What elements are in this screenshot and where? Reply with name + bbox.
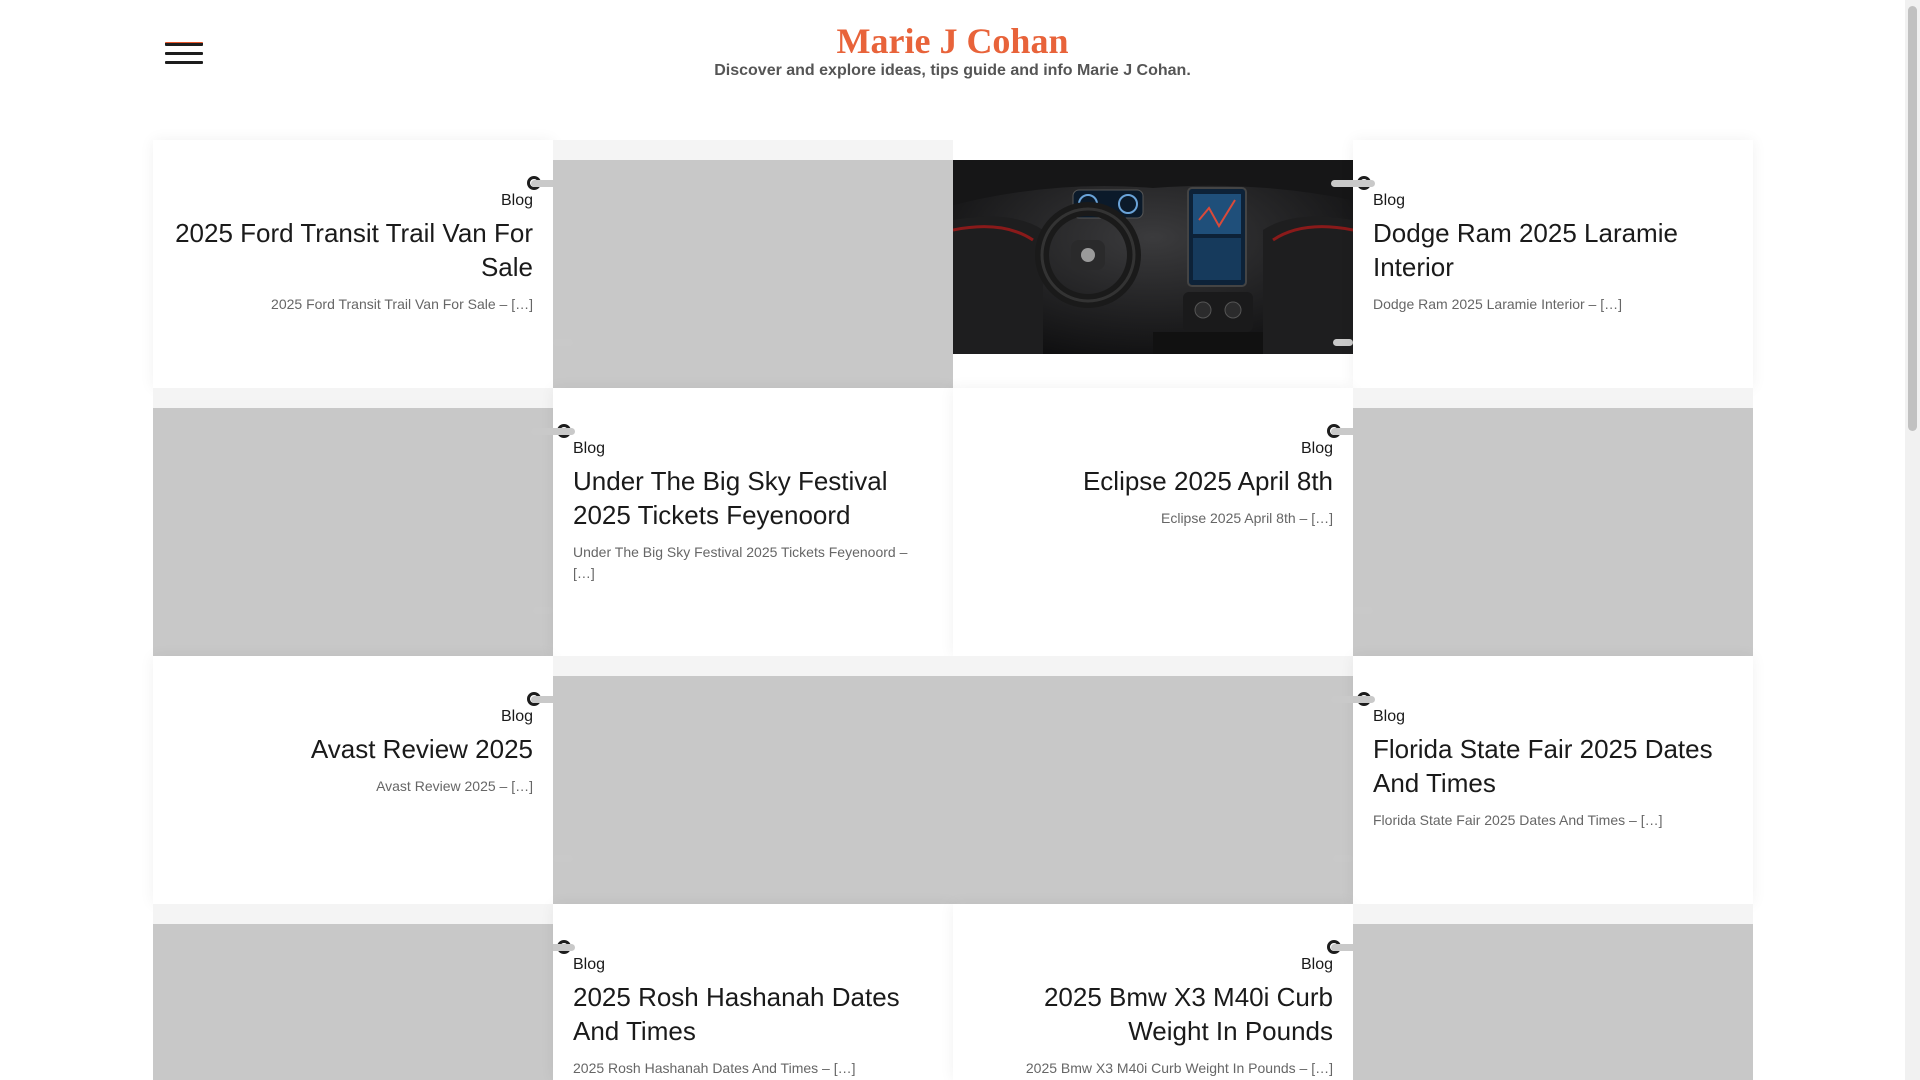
post-category-link[interactable]: Blog bbox=[1373, 708, 1733, 726]
page-scrollbar[interactable] bbox=[1905, 0, 1920, 1080]
post-title-link[interactable]: Avast Review 2025 bbox=[173, 732, 533, 766]
post-title-link[interactable]: Under The Big Sky Festival 2025 Tickets … bbox=[573, 464, 933, 532]
post-excerpt: Eclipse 2025 April 8th – […] bbox=[1161, 510, 1333, 526]
site-tagline: Discover and explore ideas, tips guide a… bbox=[714, 62, 1191, 79]
post-thumbnail-bmw-x3[interactable] bbox=[1353, 904, 1753, 1080]
post-title-link[interactable]: 2025 Bmw X3 M40i Curb Weight In Pounds bbox=[973, 980, 1333, 1048]
post-card-big-sky: Blog Under The Big Sky Festival 2025 Tic… bbox=[531, 388, 953, 656]
post-card-rosh-hashanah: Blog 2025 Rosh Hashanah Dates And Times … bbox=[553, 904, 953, 1080]
post-title-link[interactable]: 2025 Ford Transit Trail Van For Sale bbox=[173, 216, 533, 284]
post-thumbnail-dodge-ram[interactable] bbox=[953, 140, 1353, 388]
post-card-ford-transit: Blog 2025 Ford Transit Trail Van For Sal… bbox=[153, 140, 575, 388]
post-title-link[interactable]: Dodge Ram 2025 Laramie Interior bbox=[1373, 216, 1733, 284]
post-thumbnail-big-sky[interactable] bbox=[153, 388, 553, 656]
site-title[interactable]: Marie J Cohan bbox=[0, 20, 1905, 62]
post-excerpt: Florida State Fair 2025 Dates And Times … bbox=[1373, 812, 1663, 828]
post-category-link[interactable]: Blog bbox=[1373, 192, 1733, 210]
post-excerpt: 2025 Rosh Hashanah Dates And Times – […] bbox=[573, 1060, 856, 1076]
scrollbar-thumb[interactable] bbox=[1908, 6, 1917, 431]
post-card-dodge-ram: Blog Dodge Ram 2025 Laramie Interior Dod… bbox=[1331, 140, 1753, 388]
post-category-link[interactable]: Blog bbox=[173, 708, 533, 726]
post-category-link[interactable]: Blog bbox=[573, 956, 933, 974]
post-thumbnail-florida-fair[interactable] bbox=[953, 656, 1353, 904]
post-excerpt: 2025 Ford Transit Trail Van For Sale – [… bbox=[271, 296, 533, 312]
post-title-link[interactable]: Florida State Fair 2025 Dates And Times bbox=[1373, 732, 1733, 800]
post-category-link[interactable]: Blog bbox=[173, 192, 533, 210]
post-excerpt: Dodge Ram 2025 Laramie Interior – […] bbox=[1373, 296, 1623, 312]
post-category-link[interactable]: Blog bbox=[573, 440, 933, 458]
post-thumbnail-avast[interactable] bbox=[553, 656, 953, 904]
post-category-link[interactable]: Blog bbox=[973, 956, 1333, 974]
post-title-link[interactable]: 2025 Rosh Hashanah Dates And Times bbox=[573, 980, 933, 1048]
post-card-florida-fair: Blog Florida State Fair 2025 Dates And T… bbox=[1331, 656, 1753, 904]
car-interior-photo bbox=[953, 160, 1353, 354]
post-thumbnail-ford-transit[interactable] bbox=[553, 140, 953, 388]
post-excerpt: Avast Review 2025 – […] bbox=[376, 778, 533, 794]
post-card-eclipse: Blog Eclipse 2025 April 8th Eclipse 2025… bbox=[953, 388, 1375, 656]
post-thumbnail-eclipse[interactable] bbox=[1353, 388, 1753, 656]
post-category-link[interactable]: Blog bbox=[973, 440, 1333, 458]
post-thumbnail-rosh-hashanah[interactable] bbox=[153, 904, 553, 1080]
post-card-bmw-x3: Blog 2025 Bmw X3 M40i Curb Weight In Pou… bbox=[953, 904, 1353, 1080]
post-card-avast: Blog Avast Review 2025 Avast Review 2025… bbox=[153, 656, 575, 904]
post-excerpt: Under The Big Sky Festival 2025 Tickets … bbox=[573, 544, 908, 581]
post-title-link[interactable]: Eclipse 2025 April 8th bbox=[973, 464, 1333, 498]
post-excerpt: 2025 Bmw X3 M40i Curb Weight In Pounds –… bbox=[1025, 1060, 1333, 1076]
